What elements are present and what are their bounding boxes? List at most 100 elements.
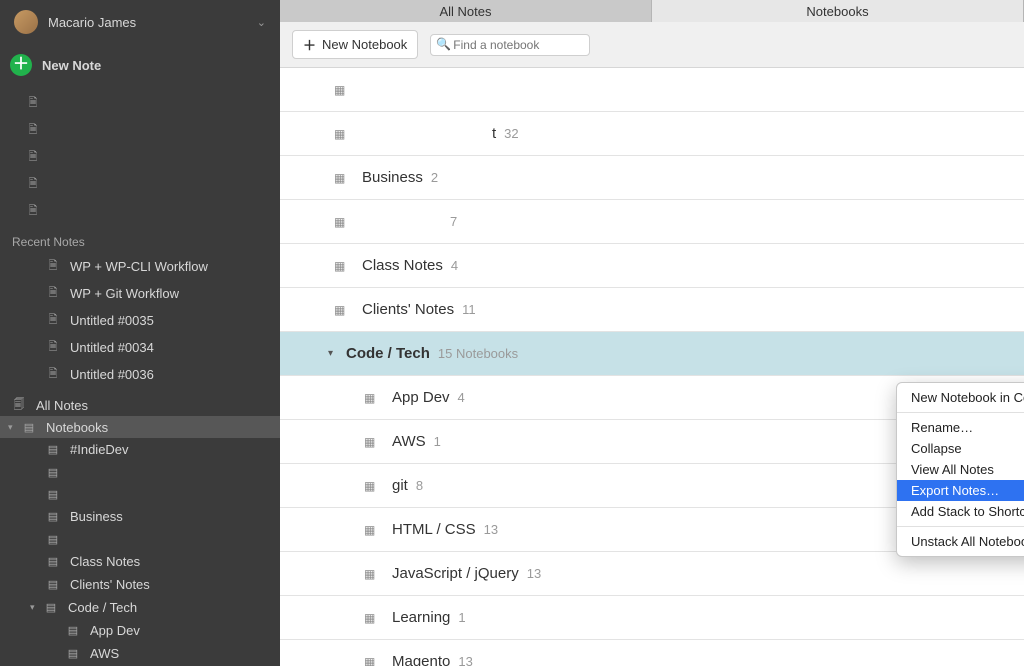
sidebar-notebook-item[interactable]: ▤Business [0,505,280,528]
notebook-icon: ▦ [334,83,348,97]
sidebar-notebook-item[interactable]: ▤Clients' Notes [0,573,280,596]
tab-notebooks[interactable]: Notebooks [652,0,1024,22]
menu-item-view-all-notes[interactable]: View All Notes [897,459,1024,480]
notebook-row[interactable]: ▦Business2 [280,156,1024,200]
list-item[interactable]: 🗎 [0,198,280,225]
menu-separator [897,412,1024,413]
plus-icon: ＋ [10,54,32,76]
notebook-icon: ▦ [364,435,378,449]
new-notebook-button[interactable]: ＋ New Notebook [292,30,418,59]
notebook-icon: ▦ [364,611,378,625]
notebook-icon: ▤ [66,647,80,660]
notebook-icon: ▦ [334,171,348,185]
chevron-down-icon: ⌄ [257,16,266,29]
notebooks-list: ▦ ▦t32 ▦Business2 ▦7 ▦Class Notes4 ▦Clie… [280,68,1024,666]
search-field[interactable]: 🔍 [430,34,590,56]
recent-note-item[interactable]: 🗎Untitled #0034 [0,334,280,361]
menu-separator [897,526,1024,527]
plus-icon: ＋ [303,35,316,54]
recent-note-item[interactable]: 🗎Untitled #0036 [0,361,280,388]
sidebar: Macario James ⌄ ＋ New Note 🗎 🗎 🗎 🗎 🗎 Rec… [0,0,280,666]
menu-item-add-stack-to-shortcuts[interactable]: Add Stack to Shortcuts [897,501,1024,522]
recent-note-item[interactable]: 🗎WP + Git Workflow [0,280,280,307]
notebook-icon: ▦ [364,523,378,537]
toolbar: ＋ New Notebook 🔍 [280,22,1024,68]
sidebar-stack-code-tech[interactable]: ▾ ▤ Code / Tech [0,596,280,619]
sidebar-notebook-item[interactable]: ▤#IndieDev [0,438,280,461]
note-icon: 🗎 [26,94,40,113]
list-item[interactable]: 🗎 [0,90,280,117]
notebook-row[interactable]: ▦Class Notes4 [280,244,1024,288]
list-item[interactable]: 🗎 [0,117,280,144]
note-icon: 🗎 [46,284,60,303]
sidebar-notebook-item[interactable]: ▤Class Notes [0,550,280,573]
sidebar-item-notebooks[interactable]: ▾ ▤ Notebooks [0,416,280,438]
notebook-row[interactable]: ▦JavaScript / jQuery13 [280,552,1024,596]
recent-note-item[interactable]: 🗎WP + WP-CLI Workflow [0,253,280,280]
sidebar-shortcuts: 🗎 🗎 🗎 🗎 🗎 [0,90,280,225]
note-icon: 🗎 [46,257,60,276]
notebook-icon: ▤ [46,578,60,591]
notebook-icon: ▦ [364,391,378,405]
sidebar-notebook-item[interactable]: ▤ [0,528,280,550]
sidebar-notebooks-list: ▤#IndieDev ▤ ▤ ▤Business ▤ ▤Class Notes … [0,438,280,666]
notebook-row[interactable]: ▦ [280,68,1024,112]
note-icon: 🗎 [26,121,40,140]
avatar [14,10,38,34]
notebook-icon: ▤ [44,601,58,614]
notebook-row[interactable]: ▦t32 [280,112,1024,156]
notebook-row[interactable]: ▦7 [280,200,1024,244]
new-note-button[interactable]: ＋ New Note [0,44,280,90]
account-switcher[interactable]: Macario James ⌄ [0,0,280,44]
notebook-icon: ▦ [364,567,378,581]
notebook-icon: ▤ [46,555,60,568]
sidebar-notebook-item[interactable]: ▤ [0,483,280,505]
notebook-icon: ▤ [46,510,60,523]
menu-item-export-notes[interactable]: Export Notes… [897,480,1024,501]
search-input[interactable] [430,34,590,56]
notes-icon: 🗐 [12,396,26,415]
note-icon: 🗎 [26,202,40,221]
notebook-icon: ▦ [334,127,348,141]
sidebar-item-all-notes[interactable]: 🗐 All Notes [0,394,280,416]
notebook-icon: ▤ [46,466,60,479]
menu-item-unstack-all[interactable]: Unstack All Notebooks… [897,531,1024,552]
sidebar-notebook-item[interactable]: ▤AWS [0,642,280,665]
list-item[interactable]: 🗎 [0,144,280,171]
notebook-icon: ▤ [46,488,60,501]
notebook-row[interactable]: ▦Learning1 [280,596,1024,640]
menu-item-new-notebook-in-stack[interactable]: New Notebook in Code / Tech [897,387,1024,408]
recent-note-item[interactable]: 🗎Untitled #0035 [0,307,280,334]
notebook-icon: ▦ [364,655,378,666]
menu-item-collapse[interactable]: Collapse [897,438,1024,459]
tab-all-notes[interactable]: All Notes [280,0,652,22]
search-icon: 🔍 [436,37,451,51]
note-icon: 🗎 [46,311,60,330]
context-menu: New Notebook in Code / Tech Rename… Coll… [896,382,1024,557]
notebook-row[interactable]: ▦Clients' Notes11 [280,288,1024,332]
notebook-icon: ▤ [46,443,60,456]
notebook-icon: ▦ [334,215,348,229]
notebook-icon: ▦ [334,303,348,317]
menu-item-rename[interactable]: Rename… [897,417,1024,438]
notebook-icon: ▤ [66,624,80,637]
chevron-down-icon: ▾ [30,602,40,613]
sidebar-notebook-item[interactable]: ▤ [0,461,280,483]
notebook-icon: ▤ [46,533,60,546]
window-tabs: All Notes Notebooks [280,0,1024,22]
chevron-down-icon: ▾ [8,422,18,433]
notebook-icon: ▦ [364,479,378,493]
note-icon: 🗎 [26,148,40,167]
notebook-icon: ▦ [334,259,348,273]
note-icon: 🗎 [46,338,60,357]
notebook-icon: ▤ [22,421,36,434]
main-pane: All Notes Notebooks ＋ New Notebook 🔍 ▦ ▦… [280,0,1024,666]
list-item[interactable]: 🗎 [0,171,280,198]
profile-name: Macario James [48,15,257,30]
notebook-row[interactable]: ▦Magento13 [280,640,1024,666]
notebook-stack-code-tech[interactable]: ▾ Code / Tech 15 Notebooks [280,332,1024,376]
note-icon: 🗎 [46,365,60,384]
note-icon: 🗎 [26,175,40,194]
sidebar-notebook-item[interactable]: ▤App Dev [0,619,280,642]
chevron-down-icon: ▾ [328,348,342,359]
